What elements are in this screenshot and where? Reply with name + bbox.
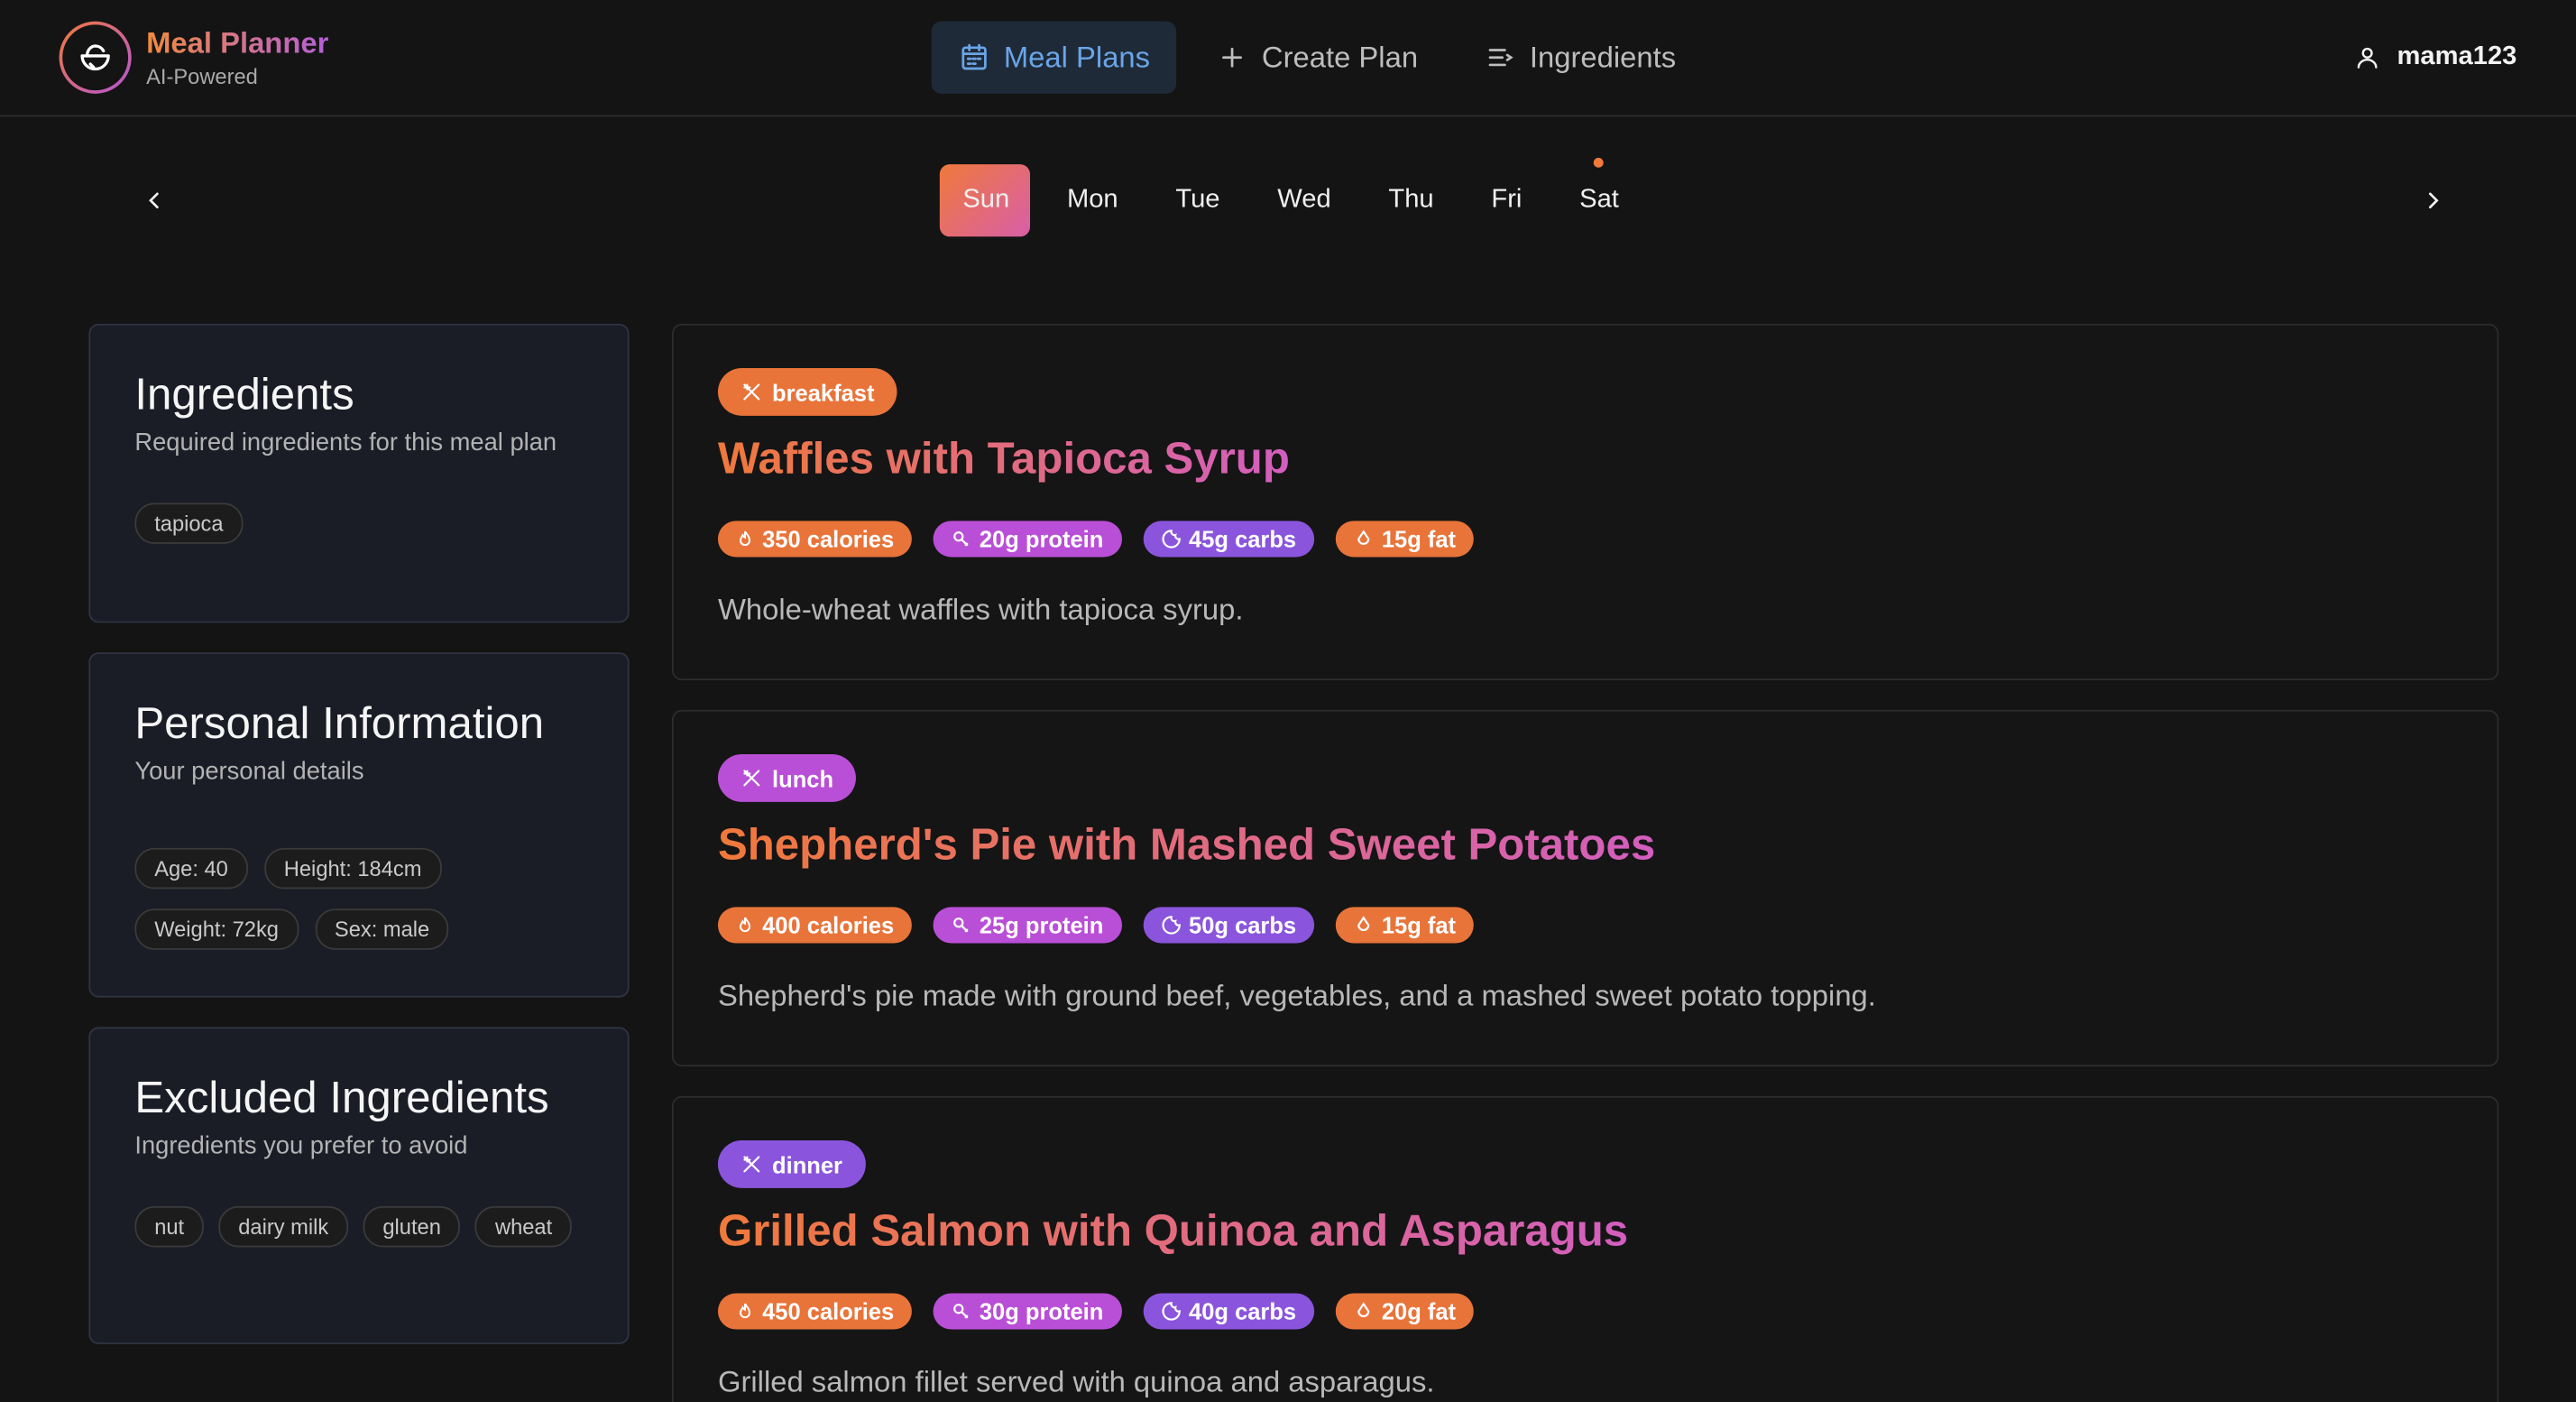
protein-badge: 30g protein bbox=[933, 1293, 1122, 1330]
fat-badge: 15g fat bbox=[1335, 521, 1475, 558]
meal-type-badge: lunch bbox=[717, 754, 857, 802]
nav-ingredients[interactable]: Ingredients bbox=[1458, 22, 1703, 94]
day-tab-fri[interactable]: Fri bbox=[1468, 164, 1543, 236]
nav-ingredients-label: Ingredients bbox=[1529, 40, 1677, 74]
excluded-chips: nut dairy milk gluten wheat bbox=[134, 1205, 583, 1248]
calendar-icon bbox=[961, 43, 987, 70]
main-nav: Meal Plans Create Plan Ingredients bbox=[931, 21, 1703, 94]
meal-type-badge: dinner bbox=[717, 1140, 866, 1188]
top-header: Meal Planner AI-Powered Meal Plans Creat… bbox=[0, 0, 2576, 117]
plus-icon bbox=[1222, 47, 1243, 68]
ingredient-chips: tapioca bbox=[134, 503, 583, 544]
beef-icon bbox=[953, 918, 969, 933]
nav-create-plan-label: Create Plan bbox=[1261, 40, 1419, 74]
calories-badge: 450 calories bbox=[717, 1293, 913, 1330]
excluded-chip-dairy-milk[interactable]: dairy milk bbox=[218, 1205, 349, 1248]
carbs-badge: 50g carbs bbox=[1143, 907, 1315, 944]
carbs-badge: 40g carbs bbox=[1143, 1293, 1315, 1330]
excluded-subtitle: Ingredients you prefer to avoid bbox=[134, 1131, 468, 1160]
drop-icon bbox=[1357, 530, 1370, 545]
username: mama123 bbox=[2397, 42, 2517, 71]
flame-icon bbox=[739, 530, 751, 547]
beef-icon bbox=[953, 1304, 969, 1319]
day-tab-sun[interactable]: Sun bbox=[939, 164, 1031, 237]
protein-badge: 20g protein bbox=[933, 521, 1122, 558]
cookie-icon bbox=[1161, 530, 1181, 549]
sex-chip: Sex: male bbox=[315, 909, 450, 950]
personal-info-chips: Age: 40 Height: 184cm Weight: 72kg Sex: … bbox=[134, 847, 583, 950]
personal-info-card: Personal Information Your personal detai… bbox=[88, 652, 630, 998]
calories-badge: 350 calories bbox=[717, 521, 913, 558]
beef-icon bbox=[953, 531, 969, 547]
ingredient-chip[interactable]: tapioca bbox=[134, 503, 244, 544]
ingredients-card-subtitle: Required ingredients for this meal plan bbox=[134, 429, 557, 457]
list-icon bbox=[1488, 49, 1513, 67]
brand-title: Meal Planner bbox=[146, 26, 329, 60]
nutrition-stats: 450 calories 30g protein 40g carbs 20g f… bbox=[717, 1293, 2452, 1330]
calories-badge: 400 calories bbox=[717, 907, 913, 944]
meal-card-breakfast[interactable]: breakfast Waffles with Tapioca Syrup 350… bbox=[671, 323, 2499, 681]
chevron-right-icon[interactable] bbox=[2416, 184, 2449, 217]
carbs-badge: 45g carbs bbox=[1143, 521, 1315, 558]
day-selector: Sun Mon Tue Wed Thu Fri Sat bbox=[0, 157, 2576, 238]
nutrition-stats: 350 calories 20g protein 45g carbs 15g f… bbox=[717, 521, 2452, 558]
utensils-icon bbox=[743, 1156, 760, 1173]
excluded-chip-wheat[interactable]: wheat bbox=[475, 1205, 573, 1248]
weight-chip: Weight: 72kg bbox=[134, 909, 299, 950]
meal-title: Shepherd's Pie with Mashed Sweet Potatoe… bbox=[718, 816, 1655, 872]
utensils-icon bbox=[743, 383, 760, 401]
age-chip: Age: 40 bbox=[134, 847, 248, 890]
personal-info-title: Personal Information bbox=[134, 698, 545, 748]
meal-title: Grilled Salmon with Quinoa and Asparagus bbox=[718, 1203, 1628, 1259]
cookie-icon bbox=[1161, 1302, 1181, 1321]
chevron-left-icon[interactable] bbox=[138, 184, 170, 217]
indicator-dot bbox=[1593, 157, 1604, 168]
salad-bowl-icon bbox=[59, 21, 132, 94]
meal-card-lunch[interactable]: lunch Shepherd's Pie with Mashed Sweet P… bbox=[671, 709, 2499, 1067]
excluded-chip-gluten[interactable]: gluten bbox=[363, 1205, 461, 1248]
flame-icon bbox=[739, 1303, 751, 1319]
brand-subtitle: AI-Powered bbox=[146, 64, 258, 89]
flame-icon bbox=[739, 917, 751, 933]
user-icon bbox=[2357, 47, 2378, 69]
protein-badge: 25g protein bbox=[933, 907, 1122, 944]
meal-description: Shepherd's pie made with ground beef, ve… bbox=[717, 979, 1876, 1012]
user-menu[interactable]: mama123 bbox=[2354, 42, 2516, 72]
day-tabs: Sun Mon Tue Wed Thu Fri Sat bbox=[939, 157, 1653, 237]
meal-title: Waffles with Tapioca Syrup bbox=[718, 430, 1290, 486]
nav-meal-plans-label: Meal Plans bbox=[1003, 40, 1151, 74]
excluded-chip-nut[interactable]: nut bbox=[134, 1205, 204, 1248]
meal-description: Whole-wheat waffles with tapioca syrup. bbox=[717, 593, 1244, 626]
ingredients-card-title: Ingredients bbox=[134, 369, 354, 420]
meal-type-badge: breakfast bbox=[717, 367, 897, 416]
day-tab-sat[interactable]: Sat bbox=[1557, 157, 1641, 236]
personal-info-subtitle: Your personal details bbox=[134, 757, 364, 786]
day-tab-wed[interactable]: Wed bbox=[1255, 164, 1353, 236]
day-tab-thu[interactable]: Thu bbox=[1366, 164, 1455, 236]
ingredients-card: Ingredients Required ingredients for thi… bbox=[88, 323, 630, 623]
excluded-ingredients-card: Excluded Ingredients Ingredients you pre… bbox=[88, 1027, 630, 1344]
fat-badge: 15g fat bbox=[1335, 907, 1475, 944]
nutrition-stats: 400 calories 25g protein 50g carbs 15g f… bbox=[717, 907, 2452, 944]
nav-create-plan[interactable]: Create Plan bbox=[1190, 22, 1444, 94]
meal-description: Grilled salmon fillet served with quinoa… bbox=[717, 1365, 1435, 1399]
page: Meal Planner AI-Powered Meal Plans Creat… bbox=[0, 0, 2576, 1402]
cookie-icon bbox=[1161, 916, 1181, 935]
drop-icon bbox=[1357, 916, 1370, 931]
excluded-title: Excluded Ingredients bbox=[134, 1073, 549, 1123]
utensils-icon bbox=[743, 770, 760, 787]
fat-badge: 20g fat bbox=[1335, 1293, 1475, 1330]
brand[interactable]: Meal Planner AI-Powered bbox=[59, 21, 329, 94]
nav-meal-plans[interactable]: Meal Plans bbox=[931, 21, 1177, 94]
drop-icon bbox=[1357, 1302, 1370, 1317]
height-chip: Height: 184cm bbox=[263, 847, 442, 890]
day-tab-mon[interactable]: Mon bbox=[1044, 164, 1139, 236]
meal-card-dinner[interactable]: dinner Grilled Salmon with Quinoa and As… bbox=[671, 1095, 2499, 1402]
day-tab-tue[interactable]: Tue bbox=[1153, 164, 1241, 236]
